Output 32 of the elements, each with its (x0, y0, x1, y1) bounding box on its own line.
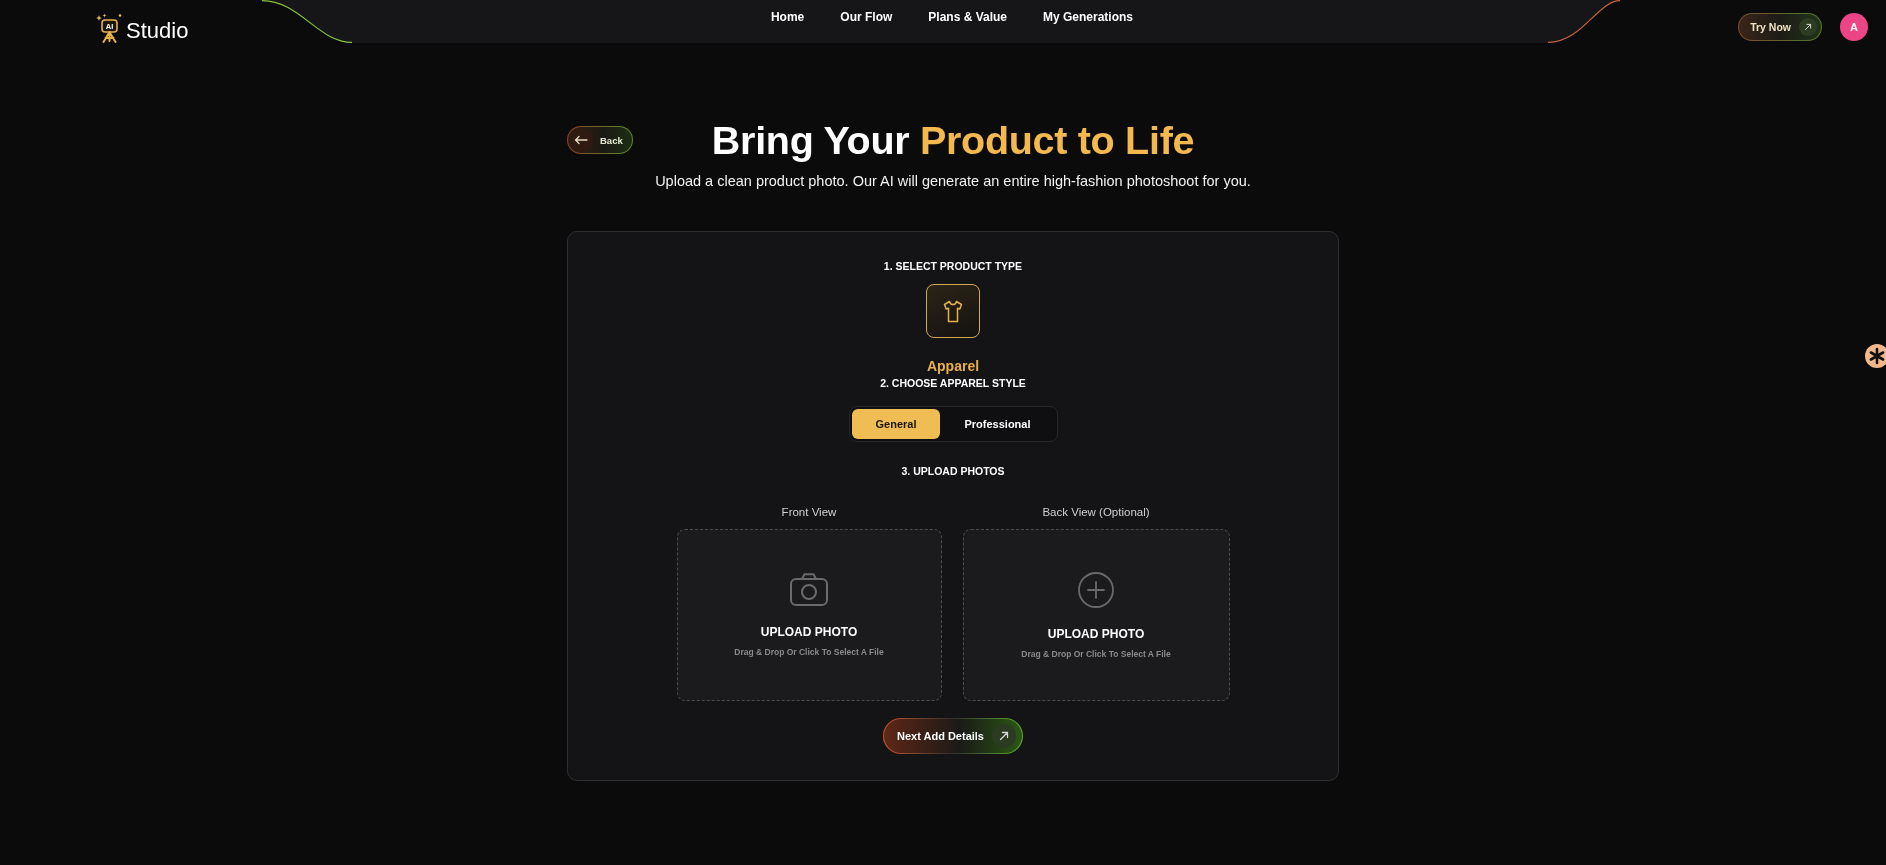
upload-dropzone[interactable]: UPLOAD PHOTO Drag & Drop Or Click To Select A File (676, 529, 942, 701)
upload-slot-label: Back View (Optional) (1042, 505, 1150, 519)
page-title: Bring Your Product to Life (711, 117, 1195, 163)
step-heading: 2. CHOOSE APPAREL STYLE (880, 376, 1026, 390)
nav-link[interactable]: Our Flow (840, 10, 893, 24)
style-option[interactable]: General (851, 409, 941, 439)
style-option[interactable]: Professional (940, 409, 1055, 439)
upload-slot-label: Front View (781, 505, 837, 519)
try-now-button[interactable]: Try Now (1738, 13, 1822, 41)
upload-title: UPLOAD PHOTO (1047, 626, 1145, 641)
arrow-up-right-icon (1799, 18, 1817, 36)
back-button[interactable]: Back (567, 126, 633, 154)
page-subtitle: Upload a clean product photo. Our AI will generate an entire high-fashion photoshoot for you. (655, 172, 1251, 190)
upload-dropzone[interactable]: UPLOAD PHOTO Drag & Drop Or Click To Select A File (962, 529, 1230, 701)
asterisk-icon[interactable] (1865, 343, 1886, 369)
step-heading: 3. UPLOAD PHOTOS (901, 464, 1005, 478)
shirt-icon (943, 299, 963, 323)
next-button[interactable]: Next Add Details (883, 718, 1023, 754)
nav-link[interactable]: Home (770, 10, 805, 24)
arrow-left-icon (569, 128, 593, 152)
upload-hint: Drag & Drop Or Click To Select A File (1021, 648, 1171, 659)
arrow-up-right-icon (992, 724, 1016, 748)
camera-icon (790, 573, 828, 606)
product-type-option[interactable] (926, 284, 980, 338)
user-avatar[interactable]: A (1840, 13, 1868, 41)
step-heading: 1. SELECT PRODUCT TYPE (883, 259, 1023, 273)
nav-link[interactable]: My Generations (1043, 10, 1134, 24)
product-type-label: Apparel (926, 358, 980, 374)
upload-title: UPLOAD PHOTO (760, 625, 858, 639)
upload-hint: Drag & Drop Or Click To Select A File (734, 647, 884, 657)
plus-circle-icon (1078, 571, 1114, 608)
nav-link[interactable]: Plans & Value (928, 10, 1007, 24)
